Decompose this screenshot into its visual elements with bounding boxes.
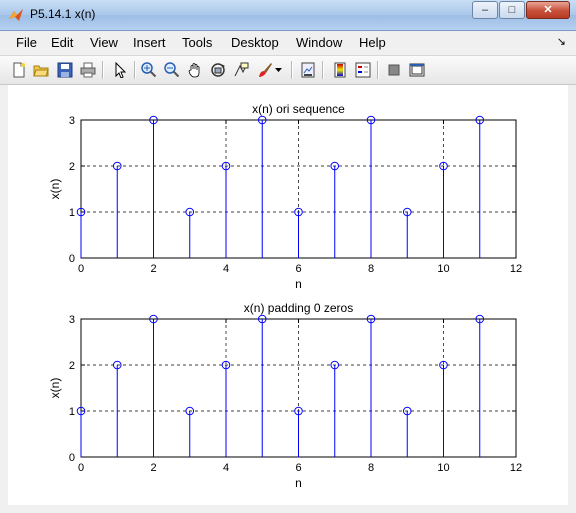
- legend-icon[interactable]: [353, 60, 373, 80]
- menu-edit[interactable]: Edit: [51, 35, 73, 50]
- chart1-x-tick-label: 4: [223, 263, 229, 275]
- window-title: P5.14.1 x(n): [30, 7, 96, 21]
- menu-help[interactable]: Help: [359, 35, 386, 50]
- chart1-y-tick-label: 3: [69, 115, 75, 127]
- close-button[interactable]: ✕: [526, 1, 570, 19]
- link-plot-icon[interactable]: [298, 60, 318, 80]
- chart1-x-tick-label: 10: [437, 263, 449, 275]
- save-icon[interactable]: [55, 60, 75, 80]
- menu-desktop[interactable]: Desktop: [231, 35, 279, 50]
- plot-area: 0 2 4 6 8 10 120123x(n) ori sequencenx(n)0 2 4 6 8…: [48, 102, 522, 490]
- hide-plot-tools-icon[interactable]: [384, 60, 404, 80]
- chart1-y-axis-label: x(n): [48, 179, 62, 200]
- menu-tools[interactable]: Tools: [182, 35, 212, 50]
- chart2-y-tick-label: 1: [69, 406, 75, 418]
- new-figure-icon[interactable]: [9, 60, 29, 80]
- chart2-x-tick-label: 10: [437, 462, 449, 474]
- chart2-y-tick-label: 0: [69, 452, 75, 464]
- menu-insert[interactable]: Insert: [133, 35, 166, 50]
- chart2-x-tick-label: 12: [510, 462, 522, 474]
- chart2-y-axis-label: x(n): [48, 378, 62, 399]
- colorbar-icon[interactable]: [330, 60, 350, 80]
- show-plot-tools-icon[interactable]: [407, 60, 427, 80]
- matlab-logo-icon: [9, 9, 23, 21]
- rotate-3d-icon[interactable]: [208, 60, 228, 80]
- brush-icon[interactable]: [255, 60, 275, 80]
- chart1-x-tick-label: 12: [510, 263, 522, 275]
- zoom-out-icon[interactable]: [162, 60, 182, 80]
- chart2-x-axis-label: n: [295, 476, 302, 490]
- minimize-button[interactable]: –: [472, 1, 498, 19]
- chart1-title: x(n) ori sequence: [252, 102, 345, 116]
- chart2-x-tick-label: 4: [223, 462, 229, 474]
- chart1-y-tick-label: 2: [69, 161, 75, 173]
- print-icon[interactable]: [78, 60, 98, 80]
- zoom-in-icon[interactable]: [139, 60, 159, 80]
- maximize-button[interactable]: □: [499, 1, 525, 19]
- brush-dropdown-icon[interactable]: [273, 60, 285, 80]
- chart1-x-tick-label: 8: [368, 263, 374, 275]
- select-arrow-icon[interactable]: [110, 60, 130, 80]
- data-cursor-icon[interactable]: [231, 60, 251, 80]
- menu-view[interactable]: View: [90, 35, 118, 50]
- chart2-x-tick-label: 6: [295, 462, 301, 474]
- chart2-x-tick-label: 2: [150, 462, 156, 474]
- pan-icon[interactable]: [185, 60, 205, 80]
- dock-arrow-icon[interactable]: ↘: [557, 35, 566, 48]
- chart1-x-tick-label: 2: [150, 263, 156, 275]
- title-bar[interactable]: P5.14.1 x(n) – □ ✕: [0, 0, 576, 31]
- chart2-y-tick-label: 3: [69, 314, 75, 326]
- chart2-y-tick-label: 2: [69, 360, 75, 372]
- figure-window: P5.14.1 x(n) – □ ✕ File Edit View Insert…: [0, 0, 576, 513]
- figure-toolbar: [0, 55, 576, 85]
- chart2-title: x(n) padding 0 zeros: [244, 301, 353, 315]
- chart1-y-tick-label: 1: [69, 207, 75, 219]
- menu-window[interactable]: Window: [296, 35, 342, 50]
- chart1-x-tick-label: 0: [78, 263, 84, 275]
- menu-bar: File Edit View Insert Tools Desktop Wind…: [0, 31, 576, 53]
- chart1-x-tick-label: 6: [295, 263, 301, 275]
- open-file-icon[interactable]: [31, 60, 51, 80]
- chart1-y-tick-label: 0: [69, 253, 75, 265]
- chart2-x-tick-label: 8: [368, 462, 374, 474]
- figure-canvas: 0 2 4 6 8 10 12 0 1 2 3 x(n) ori sequence n x(n) 0 2 4 6 8…: [8, 85, 568, 505]
- chart1-x-axis-label: n: [295, 277, 302, 291]
- menu-file[interactable]: File: [16, 35, 37, 50]
- chart2-x-tick-label: 0: [78, 462, 84, 474]
